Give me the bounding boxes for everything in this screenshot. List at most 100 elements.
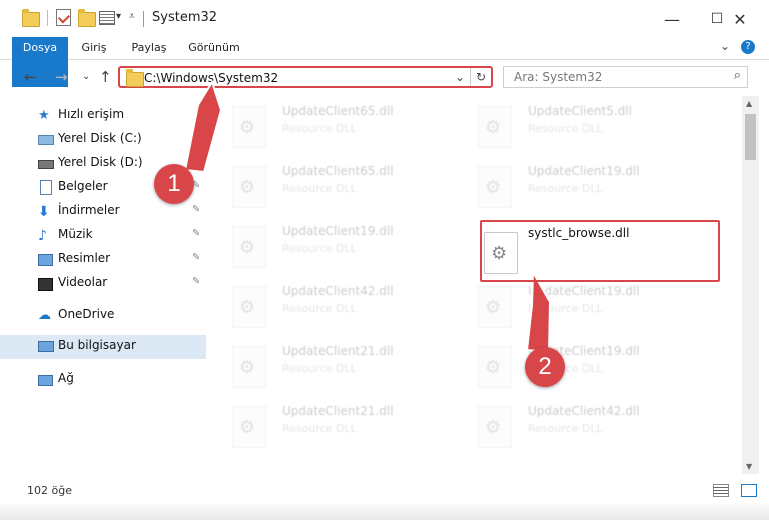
pin-icon: ✎	[192, 204, 201, 215]
search-icon: ⌕	[733, 68, 741, 83]
sidebar-item-pictures[interactable]: Resimler ✎	[0, 248, 206, 270]
search-input[interactable]: Ara: System32 ⌕	[503, 66, 748, 88]
sidebar-item-label: İndirmeler	[58, 203, 120, 217]
sidebar-item-quick-access[interactable]: ★ Hızlı erişim	[0, 104, 206, 126]
file-name: UpdateClient65.dll	[282, 164, 394, 178]
sidebar-item-network[interactable]: Ağ	[0, 368, 206, 390]
sidebar-item-label: Belgeler	[58, 179, 108, 193]
qa-dropdown-icon[interactable]: ▾	[116, 11, 121, 22]
dll-file-icon	[232, 406, 266, 448]
address-bar[interactable]: C:\Windows\System32 ⌄ ↻	[118, 66, 493, 88]
sidebar-item-onedrive[interactable]: ☁ OneDrive	[0, 304, 206, 326]
file-item[interactable]: UpdateClient42.dll Resource DLL	[214, 276, 454, 328]
music-icon: ♪	[38, 228, 47, 244]
computer-icon	[38, 339, 54, 353]
star-icon: ★	[38, 108, 50, 123]
folder-icon	[22, 8, 40, 27]
ribbon-tabs: Dosya Giriş Paylaş Görünüm ⌄ ?	[0, 37, 769, 87]
back-button[interactable]: ←	[24, 68, 37, 86]
sidebar-item-label: Videolar	[58, 275, 108, 289]
file-item[interactable]: UpdateClient21.dll Resource DLL	[214, 336, 454, 388]
file-type: Resource DLL	[282, 122, 357, 135]
tab-paylas[interactable]: Paylaş	[124, 37, 174, 59]
file-name: UpdateClient19.dll	[282, 224, 394, 238]
sidebar-item-local-disk-c[interactable]: Yerel Disk (C:) ✎	[0, 128, 206, 150]
sidebar-item-label: Yerel Disk (D:)	[58, 155, 143, 169]
arrow-left-icon: ←	[24, 68, 37, 86]
sidebar-item-music[interactable]: ♪ Müzik ✎	[0, 224, 206, 246]
view-toggle	[713, 484, 757, 500]
close-button[interactable]: ✕	[720, 6, 760, 32]
sidebar-item-label: Ağ	[58, 371, 74, 385]
recent-locations-button[interactable]: ⌄	[82, 71, 90, 82]
dll-file-icon	[232, 286, 266, 328]
dll-file-icon	[232, 346, 266, 388]
sidebar-item-this-pc[interactable]: Bu bilgisayar	[0, 335, 206, 359]
address-dropdown-icon[interactable]: ⌄	[455, 70, 465, 84]
navigation-pane: ★ Hızlı erişim Yerel Disk (C:) ✎ Yerel D…	[0, 98, 206, 478]
tab-gorunum[interactable]: Görünüm	[182, 37, 246, 59]
sidebar-item-label: OneDrive	[58, 307, 115, 321]
arrow-up-icon: ↑	[99, 68, 112, 86]
minimize-button[interactable]: —	[652, 6, 692, 32]
search-placeholder: Ara: System32	[514, 70, 603, 84]
drive-icon	[38, 132, 54, 146]
vertical-scrollbar[interactable]: ▲ ▼	[742, 96, 759, 474]
pin-icon: ✎	[192, 132, 201, 143]
step-badge-2: 2	[525, 347, 565, 387]
file-type: Resource DLL	[528, 422, 603, 435]
download-icon: ⬇	[38, 204, 50, 220]
forward-button[interactable]: →	[55, 68, 68, 86]
file-type: Resource DLL	[282, 182, 357, 195]
tab-giris[interactable]: Giriş	[72, 37, 116, 59]
address-row: ← → ⌄ ↑ C:\Windows\System32 ⌄ ↻ Ara: Sys…	[0, 60, 769, 94]
help-button[interactable]: ?	[741, 40, 755, 54]
dll-file-icon	[232, 226, 266, 268]
file-item[interactable]: UpdateClient19.dll Resource DLL	[214, 216, 454, 268]
scroll-thumb[interactable]	[745, 114, 756, 160]
pin-icon: ✎	[192, 276, 201, 287]
file-item[interactable]: UpdateClient42.dll Resource DLL	[460, 396, 700, 448]
chevron-down-icon: ⌄	[82, 71, 91, 82]
address-path: C:\Windows\System32	[144, 71, 279, 85]
title-separator	[143, 11, 144, 27]
close-icon: ✕	[733, 9, 747, 29]
sidebar-item-label: Bu bilgisayar	[58, 338, 136, 352]
view-options-icon[interactable]	[99, 11, 115, 25]
toolbar-divider	[47, 10, 48, 26]
videos-icon	[38, 276, 53, 291]
ribbon-expand-button[interactable]: ⌄	[720, 39, 730, 53]
large-icons-view-icon[interactable]	[740, 484, 757, 497]
pictures-icon	[38, 252, 53, 266]
file-item[interactable]: UpdateClient19.dll Resource DLL	[460, 156, 700, 208]
sidebar-item-videos[interactable]: Videolar ✎	[0, 272, 206, 294]
scroll-up-icon[interactable]: ▲	[746, 99, 752, 108]
sidebar-item-label: Yerel Disk (C:)	[58, 131, 142, 145]
file-item[interactable]: UpdateClient65.dll Resource DLL	[214, 96, 454, 148]
up-button[interactable]: ↑	[99, 68, 112, 86]
file-item[interactable]: UpdateClient19.dll Resource DLL	[460, 336, 700, 388]
network-icon	[38, 372, 53, 386]
file-item[interactable]: UpdateClient21.dll Resource DLL	[214, 396, 454, 448]
customize-qa-icon[interactable]: ⩡	[129, 11, 135, 22]
new-folder-icon[interactable]	[78, 9, 96, 27]
scroll-down-icon[interactable]: ▼	[746, 462, 752, 471]
file-item[interactable]: UpdateClient65.dll Resource DLL	[214, 156, 454, 208]
dll-file-icon	[478, 406, 512, 448]
title-bar: ▾ ⩡ System32 — ☐ ✕	[0, 0, 769, 37]
refresh-button[interactable]: ↻	[470, 68, 491, 86]
file-name: UpdateClient19.dll	[528, 284, 640, 298]
file-item[interactable]: UpdateClient19.dll Resource DLL	[460, 276, 700, 328]
details-view-icon[interactable]	[713, 484, 729, 497]
properties-icon[interactable]	[56, 9, 71, 26]
documents-icon	[38, 180, 53, 195]
dll-file-icon	[232, 106, 266, 148]
highlight-box-file	[480, 220, 720, 282]
file-item[interactable]: UpdateClient5.dll Resource DLL	[460, 96, 700, 148]
dll-file-icon	[232, 166, 266, 208]
dll-file-icon	[478, 346, 512, 388]
file-list: UpdateClient65.dll Resource DLL UpdateCl…	[214, 96, 742, 474]
minimize-icon: —	[664, 9, 680, 29]
quick-access-toolbar	[22, 8, 40, 29]
window-title: System32	[152, 10, 218, 25]
